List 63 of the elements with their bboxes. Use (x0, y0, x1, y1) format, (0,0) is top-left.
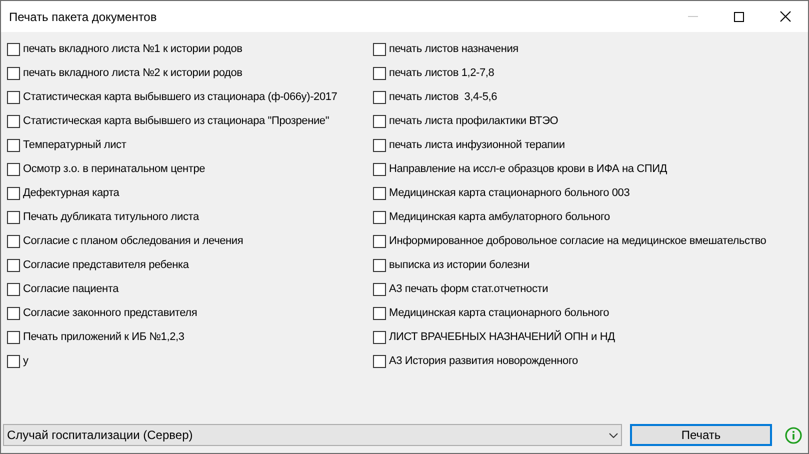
checkbox-label[interactable]: Медицинская карта стационарного больного (389, 304, 610, 322)
checkbox-label[interactable]: Информированное добровольное согласие на медицинское вмешательство (389, 232, 766, 250)
checkbox-label[interactable]: Направление на иссл-е образцов крови в ИФА на СПИД (389, 160, 668, 178)
checkbox[interactable] (373, 138, 386, 152)
source-dropdown[interactable]: Случай госпитализации (Сервер) (3, 424, 622, 446)
checkbox[interactable] (373, 114, 386, 128)
checkbox-label[interactable]: Согласие законного представителя (23, 304, 198, 322)
checkbox-label[interactable]: Медицинская карта стационарного больного 003 (389, 184, 630, 202)
checkbox-label[interactable]: Статистическая карта выбывшего из стационара "Прозрение" (23, 112, 330, 130)
checkbox[interactable] (7, 42, 20, 56)
checkbox[interactable] (373, 258, 386, 272)
checkbox-label[interactable]: Согласие с планом обследования и лечения (23, 232, 244, 250)
checkbox-label[interactable]: Статистическая карта выбывшего из стационара (ф-066у)-2017 (23, 88, 338, 106)
checkbox[interactable] (7, 186, 20, 200)
checkbox[interactable] (7, 234, 20, 248)
checkbox-label[interactable]: Печать дубликата титульного листа (23, 208, 199, 226)
checkbox[interactable] (7, 306, 20, 320)
checkbox-label[interactable]: ЛИСТ ВРАЧЕБНЫХ НАЗНАЧЕНИЙ ОПН и НД (389, 328, 615, 346)
checkbox[interactable] (7, 114, 20, 128)
checkbox[interactable] (373, 162, 386, 176)
close-icon (780, 11, 790, 22)
checkbox-label[interactable]: печать вкладного листа №1 к истории родов (23, 40, 242, 58)
checkbox[interactable] (7, 138, 20, 152)
checkbox-label[interactable]: Согласие пациента (23, 280, 119, 298)
checkbox-label[interactable]: Согласие представителя ребенка (23, 256, 189, 274)
checkbox[interactable] (373, 186, 386, 200)
window-title: Печать пакета документов (9, 8, 157, 26)
checkbox[interactable] (373, 66, 386, 80)
checkbox-label[interactable]: А3 История развития новорожденного (389, 352, 578, 370)
checkbox[interactable] (373, 42, 386, 56)
info-icon (785, 426, 802, 444)
checkbox[interactable] (7, 282, 20, 296)
checkbox-label[interactable]: Температурный лист (23, 136, 126, 154)
checkbox[interactable] (373, 282, 386, 296)
checkbox[interactable] (7, 66, 20, 80)
checkbox[interactable] (7, 162, 20, 176)
checkbox[interactable] (373, 234, 386, 248)
checkbox[interactable] (373, 330, 386, 344)
checkbox[interactable] (7, 210, 20, 224)
checkbox-label[interactable]: Осмотр з.о. в перинатальном центре (23, 160, 206, 178)
checkbox-label[interactable]: Медицинская карта амбулаторного больного (389, 208, 610, 226)
checkbox[interactable] (7, 354, 20, 368)
checkbox[interactable] (373, 354, 386, 368)
checkbox-label[interactable]: Печать приложений к ИБ №1,2,3 (23, 328, 184, 346)
print-button[interactable]: Печать (630, 424, 772, 446)
checkbox[interactable] (7, 330, 20, 344)
checkbox-label[interactable]: Дефектурная карта (23, 184, 120, 202)
checkbox[interactable] (373, 90, 386, 104)
checkbox[interactable] (7, 90, 20, 104)
checkbox-label[interactable]: печать листов назначения (389, 40, 518, 58)
checkbox-label[interactable]: выписка из истории болезни (389, 256, 530, 274)
checkbox[interactable] (373, 306, 386, 320)
checkbox[interactable] (7, 258, 20, 272)
checkbox-label[interactable]: А3 печать форм стат.отчетности (389, 280, 548, 298)
checkbox-label[interactable]: печать вкладного листа №2 к истории родов (23, 64, 242, 82)
checkbox[interactable] (373, 210, 386, 224)
checkbox-label[interactable]: печать листа инфузионной терапии (389, 136, 565, 154)
checkbox-label[interactable]: у (23, 352, 28, 370)
checkbox-label[interactable]: печать листов 1,2-7,8 (389, 64, 494, 82)
checkbox-label[interactable]: печать листов 3,4-5,6 (389, 88, 498, 106)
maximize-icon (734, 12, 744, 22)
checkbox-label[interactable]: печать листа профилактики ВТЭО (389, 112, 558, 130)
chevron-down-icon (609, 432, 618, 438)
